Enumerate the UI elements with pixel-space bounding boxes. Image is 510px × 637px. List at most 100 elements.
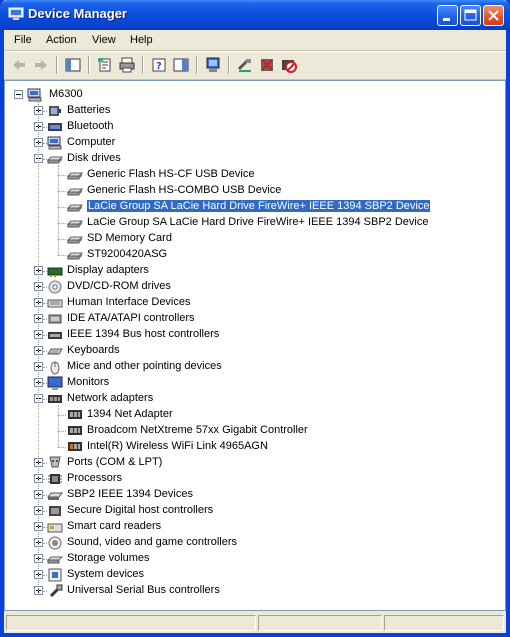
tree-item-label: Broadcom NetXtreme 57xx Gigabit Controll… <box>87 424 308 436</box>
tree-category[interactable]: Processors <box>5 471 505 487</box>
battery-icon <box>47 103 63 119</box>
disk-drive-icon <box>66 215 84 231</box>
tree-item-label: 1394 Net Adapter <box>87 408 173 420</box>
print-icon[interactable] <box>118 56 138 74</box>
dvd-icon <box>47 279 63 295</box>
computer-icon <box>47 135 63 151</box>
disk-drive-icon <box>66 199 84 215</box>
tree-device[interactable]: LaCie Group SA LaCie Hard Drive FireWire… <box>5 199 505 215</box>
tree-device[interactable]: Generic Flash HS-COMBO USB Device <box>5 183 505 199</box>
disable-icon[interactable] <box>280 56 300 74</box>
tree-category[interactable]: Disk drives <box>5 151 505 167</box>
update-driver-icon[interactable] <box>236 56 256 74</box>
device-manager-icon <box>8 7 24 21</box>
disk-drive-icon <box>66 247 84 263</box>
tree-item-label: Sound, video and game controllers <box>67 536 237 548</box>
sound-icon <box>47 535 63 551</box>
usb-icon <box>47 583 63 599</box>
mouse-icon <box>47 359 63 375</box>
tree-item-label: SBP2 IEEE 1394 Devices <box>67 488 193 500</box>
menu-help[interactable]: Help <box>130 34 153 46</box>
tree-category[interactable]: Storage volumes <box>5 551 505 567</box>
disk-drive-icon <box>66 167 84 183</box>
tree-device[interactable]: ST9200420ASG <box>5 247 505 263</box>
tree-item-label: ST9200420ASG <box>87 248 168 260</box>
tree-category[interactable]: Human Interface Devices <box>5 295 505 311</box>
tree-item-label: Ports (COM & LPT) <box>67 456 163 468</box>
menu-view[interactable]: View <box>92 34 116 46</box>
forward-icon[interactable] <box>32 56 52 74</box>
tree-category[interactable]: Display adapters <box>5 263 505 279</box>
tree-item-label: Universal Serial Bus controllers <box>67 584 220 596</box>
tree-device[interactable]: LaCie Group SA LaCie Hard Drive FireWire… <box>5 215 505 231</box>
tree-category[interactable]: Sound, video and game controllers <box>5 535 505 551</box>
tree-category[interactable]: IDE ATA/ATAPI controllers <box>5 311 505 327</box>
maximize-button[interactable] <box>460 5 481 26</box>
status-pane-2 <box>258 615 382 631</box>
tree-item-label: Batteries <box>67 104 111 116</box>
scan-hardware-icon[interactable] <box>204 56 224 74</box>
tree-category[interactable]: SBP2 IEEE 1394 Devices <box>5 487 505 503</box>
tree-item-label: IDE ATA/ATAPI controllers <box>67 312 195 324</box>
tree-category[interactable]: Keyboards <box>5 343 505 359</box>
console-tree-icon[interactable] <box>64 56 84 74</box>
tree-item-label: LaCie Group SA LaCie Hard Drive FireWire… <box>87 216 429 228</box>
tree-item-label: Monitors <box>67 376 110 388</box>
minimize-button[interactable] <box>437 5 458 26</box>
tree-item-label: DVD/CD-ROM drives <box>67 280 171 292</box>
tree-item-label: Computer <box>67 136 116 148</box>
computer-icon <box>27 87 43 103</box>
menu-action[interactable]: Action <box>46 34 77 46</box>
tree-category[interactable]: IEEE 1394 Bus host controllers <box>5 327 505 343</box>
network-card-icon <box>67 407 83 423</box>
tree-category[interactable]: Monitors <box>5 375 505 391</box>
tree-device[interactable]: Broadcom NetXtreme 57xx Gigabit Controll… <box>5 423 505 439</box>
smart-card-icon <box>47 519 63 535</box>
network-card-icon <box>67 423 83 439</box>
tree-item-label: IEEE 1394 Bus host controllers <box>67 328 220 340</box>
display-icon <box>47 263 63 279</box>
close-button[interactable] <box>483 5 504 26</box>
tree-item-label: Intel(R) Wireless WiFi Link 4965AGN <box>87 440 268 452</box>
status-pane-3 <box>384 615 504 631</box>
tree-category[interactable]: Network adapters <box>5 391 505 407</box>
tree-item-label: SD Memory Card <box>87 232 172 244</box>
ide-icon <box>47 311 63 327</box>
tree-item-label: Keyboards <box>67 344 120 356</box>
tree-category[interactable]: DVD/CD-ROM drives <box>5 279 505 295</box>
tree-category[interactable]: Universal Serial Bus controllers <box>5 583 505 599</box>
sbp2-icon <box>47 487 63 503</box>
tree-item-label: Network adapters <box>67 392 154 404</box>
tree-category[interactable]: Secure Digital host controllers <box>5 503 505 519</box>
tree-category[interactable]: Computer <box>5 135 505 151</box>
properties-icon[interactable] <box>96 56 116 74</box>
tree-root[interactable]: M6300 <box>5 87 505 103</box>
collapse-toggle[interactable] <box>14 90 23 99</box>
ieee1394-icon <box>47 327 63 343</box>
help-icon[interactable]: ? <box>150 56 170 74</box>
hid-icon <box>47 295 63 311</box>
tree-device[interactable]: Generic Flash HS-CF USB Device <box>5 167 505 183</box>
uninstall-icon[interactable] <box>258 56 278 74</box>
back-icon[interactable] <box>10 56 30 74</box>
storage-volume-icon <box>46 551 64 567</box>
tree-device[interactable]: 1394 Net Adapter <box>5 407 505 423</box>
tree-category[interactable]: Bluetooth <box>5 119 505 135</box>
tree-item-label: Storage volumes <box>67 552 150 564</box>
menu-bar: File Action View Help <box>4 30 506 51</box>
tree-item-label: Display adapters <box>67 264 149 276</box>
tree-category[interactable]: System devices <box>5 567 505 583</box>
title-bar[interactable]: Device Manager <box>0 0 510 30</box>
tree-category[interactable]: Smart card readers <box>5 519 505 535</box>
tree-device[interactable]: SD Memory Card <box>5 231 505 247</box>
device-tree[interactable]: M6300 Batteries Bluetooth Computer Disk driv… <box>4 80 506 611</box>
tree-item-label: Mice and other pointing devices <box>67 360 222 372</box>
tree-item-label: Human Interface Devices <box>67 296 191 308</box>
show-hide-icon[interactable] <box>172 56 192 74</box>
tree-category[interactable]: Mice and other pointing devices <box>5 359 505 375</box>
menu-file[interactable]: File <box>14 34 32 46</box>
tree-category[interactable]: Ports (COM & LPT) <box>5 455 505 471</box>
disk-drive-icon <box>66 231 84 247</box>
tree-device[interactable]: Intel(R) Wireless WiFi Link 4965AGN <box>5 439 505 455</box>
tree-category[interactable]: Batteries <box>5 103 505 119</box>
